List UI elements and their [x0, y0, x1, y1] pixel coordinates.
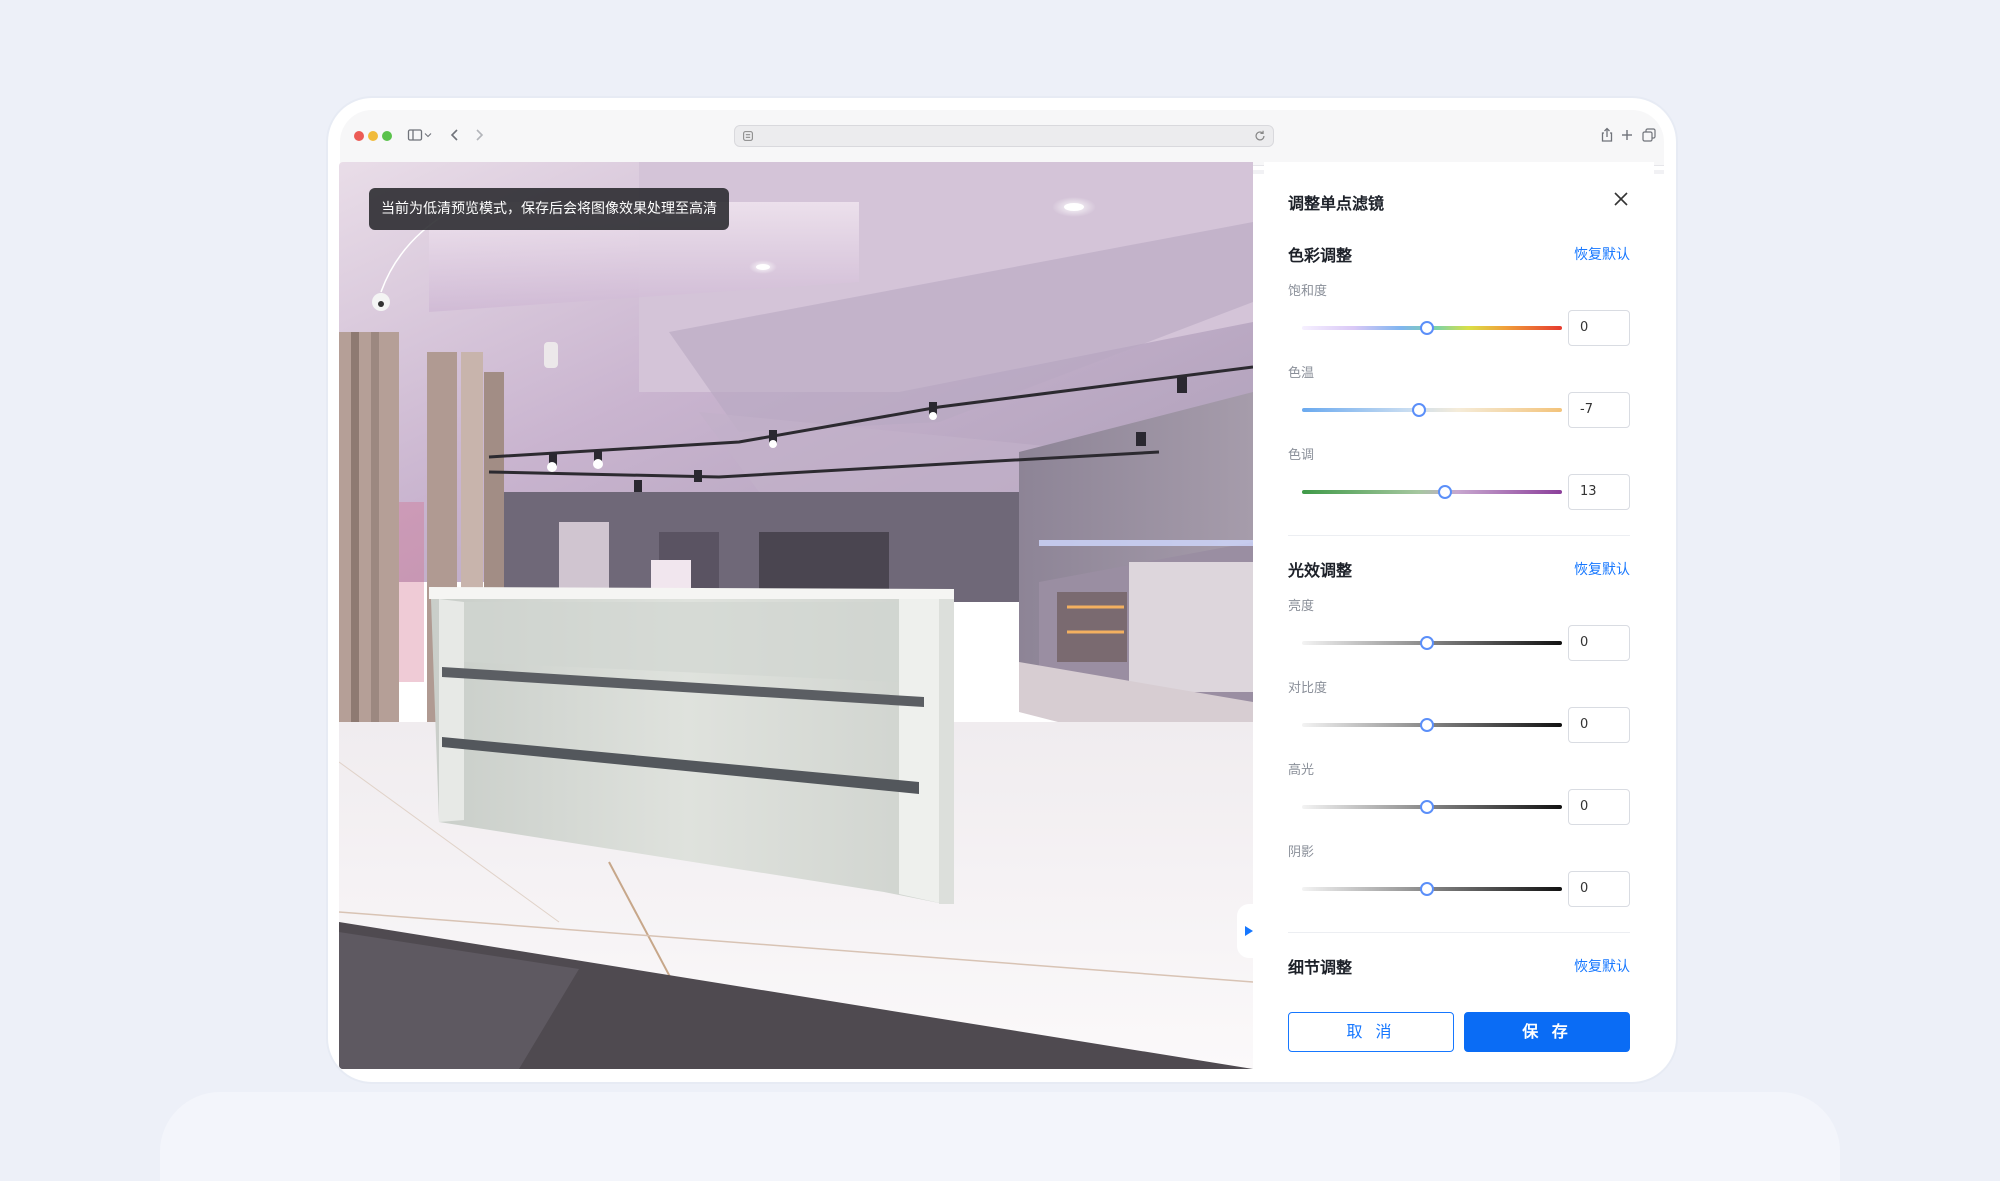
browser-toolbar	[340, 110, 1664, 166]
slider-thumb[interactable]	[1412, 403, 1426, 417]
color-reset-link[interactable]: 恢复默认	[1574, 244, 1630, 264]
light-reset-link[interactable]: 恢复默认	[1574, 559, 1630, 579]
contrast-label: 对比度	[1288, 681, 1328, 696]
close-button[interactable]	[1610, 188, 1632, 210]
contrast-input[interactable]: 0	[1568, 707, 1630, 743]
saturation-input[interactable]: 0	[1568, 310, 1630, 346]
minimize-window-dot[interactable]	[368, 131, 378, 141]
slider-thumb[interactable]	[1438, 485, 1452, 499]
color-temperature-input[interactable]: -7	[1568, 392, 1630, 428]
maximize-window-dot[interactable]	[382, 131, 392, 141]
brightness-label: 亮度	[1288, 599, 1315, 614]
address-bar[interactable]	[734, 125, 1274, 147]
cancel-button[interactable]: 取 消	[1288, 1012, 1454, 1052]
new-tab-icon[interactable]	[1616, 124, 1638, 146]
color-adjust-header: 色彩调整 恢复默认	[1288, 242, 1630, 265]
color-temperature-label: 色温	[1288, 366, 1315, 381]
highlights-input[interactable]: 0	[1568, 789, 1630, 825]
detail-reset-link[interactable]: 恢复默认	[1574, 956, 1630, 976]
showroom-panorama-image	[339, 162, 1253, 1069]
site-info-icon	[743, 131, 753, 141]
device-base-shadow	[160, 1092, 1840, 1181]
tab-overview-icon[interactable]	[1638, 124, 1660, 146]
forward-icon[interactable]	[468, 124, 490, 146]
highlights-label: 高光	[1288, 763, 1315, 778]
section-divider	[1288, 932, 1630, 933]
caret-right-icon	[1245, 926, 1253, 936]
light-adjust-header: 光效调整 恢复默认	[1288, 557, 1630, 580]
save-button[interactable]: 保 存	[1464, 1012, 1630, 1052]
chevron-down-icon[interactable]	[422, 124, 434, 146]
tint-slider[interactable]	[1302, 484, 1562, 500]
brightness-input[interactable]: 0	[1568, 625, 1630, 661]
close-window-dot[interactable]	[354, 131, 364, 141]
section-title: 细节调整	[1288, 958, 1353, 977]
saturation-slider[interactable]	[1302, 320, 1562, 336]
shadows-slider[interactable]	[1302, 881, 1562, 897]
panel-collapse-toggle[interactable]	[1237, 904, 1261, 958]
section-title: 光效调整	[1288, 561, 1353, 580]
contrast-slider[interactable]	[1302, 717, 1562, 733]
color-temperature-slider[interactable]	[1302, 402, 1562, 418]
section-title: 色彩调整	[1288, 246, 1353, 265]
slider-thumb[interactable]	[1419, 321, 1434, 335]
saturation-label: 饱和度	[1288, 284, 1328, 299]
close-icon	[1614, 192, 1628, 206]
highlights-slider[interactable]	[1302, 799, 1562, 815]
slider-thumb[interactable]	[1419, 882, 1434, 896]
tint-label: 色调	[1288, 448, 1315, 463]
slider-thumb[interactable]	[1419, 718, 1434, 732]
back-icon[interactable]	[444, 124, 466, 146]
shadows-label: 阴影	[1288, 845, 1315, 860]
panel-title: 调整单点滤镜	[1288, 194, 1385, 213]
slider-thumb[interactable]	[1419, 800, 1434, 814]
filter-adjust-panel: 调整单点滤镜 色彩调整 恢复默认 饱和度 0 色温 -7 色调 13 光效调整 …	[1264, 162, 1654, 1069]
low-res-preview-notice: 当前为低清预览模式，保存后会将图像效果处理至高清	[369, 188, 729, 230]
slider-thumb[interactable]	[1419, 636, 1434, 650]
shadows-input[interactable]: 0	[1568, 871, 1630, 907]
section-divider	[1288, 535, 1630, 536]
tint-input[interactable]: 13	[1568, 474, 1630, 510]
brightness-slider[interactable]	[1302, 635, 1562, 651]
panorama-viewer[interactable]: 当前为低清预览模式，保存后会将图像效果处理至高清	[339, 162, 1253, 1069]
reload-icon[interactable]	[1253, 129, 1267, 143]
share-icon[interactable]	[1596, 124, 1618, 146]
detail-adjust-header: 细节调整 恢复默认	[1288, 954, 1630, 977]
